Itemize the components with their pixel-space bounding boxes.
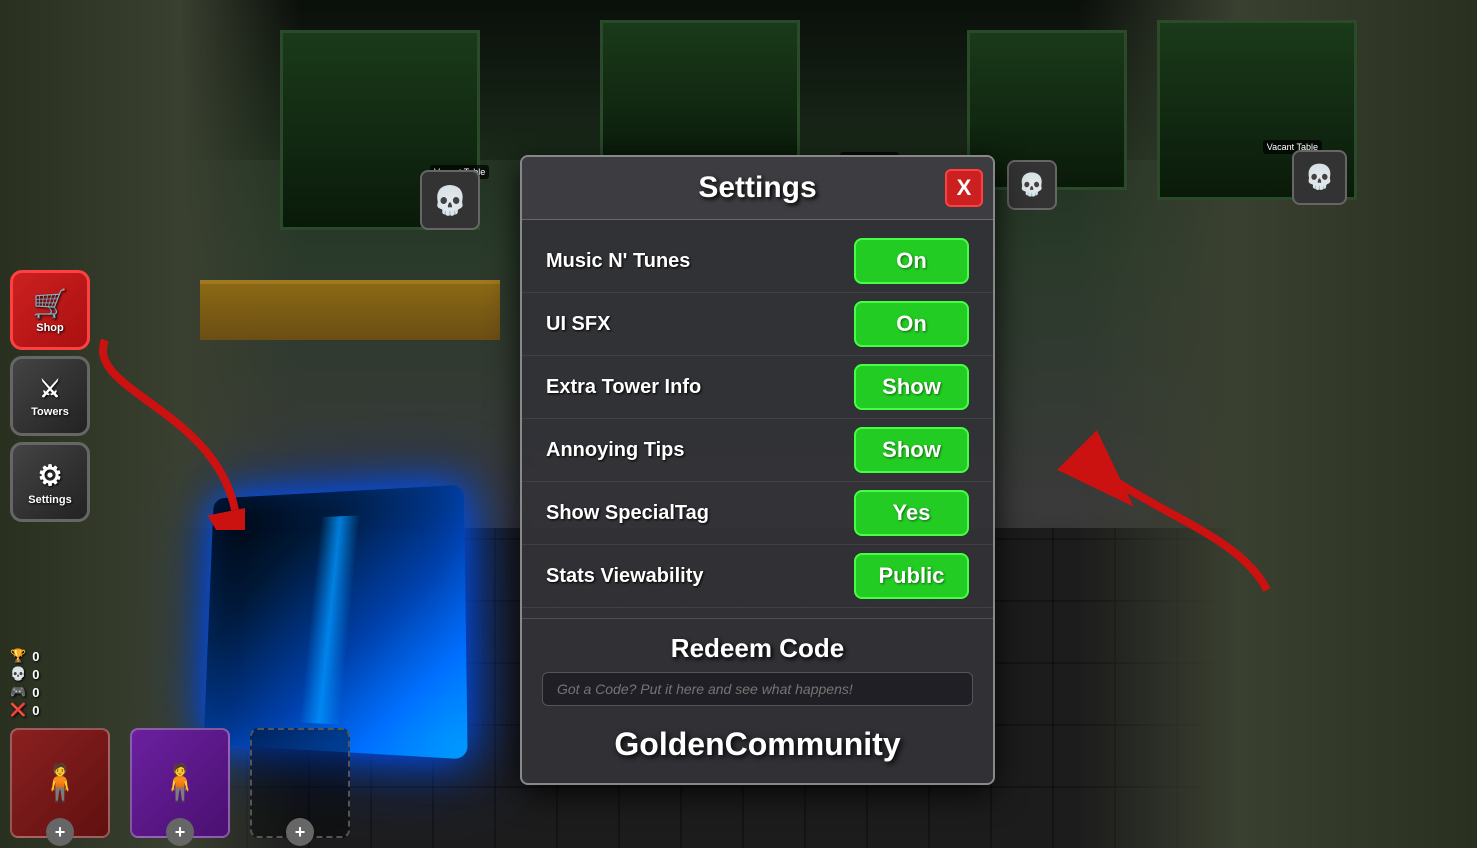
setting-row-music: Music N' Tunes On bbox=[522, 230, 993, 293]
wins-icon: 🏆 bbox=[10, 648, 26, 664]
add-char-2-btn[interactable]: + bbox=[166, 818, 194, 846]
stat-games: 🎮 0 bbox=[10, 684, 39, 700]
arrow-right bbox=[1057, 430, 1277, 610]
games-icon: 🎮 bbox=[10, 684, 26, 700]
shop-icon: 🛒 bbox=[33, 287, 68, 320]
setting-row-tower: Extra Tower Info Show bbox=[522, 356, 993, 419]
add-char-3-btn[interactable]: + bbox=[286, 818, 314, 846]
sidebar-item-towers[interactable]: ⚔ Towers bbox=[10, 356, 90, 436]
char-slot-2: 🧍 + bbox=[130, 728, 230, 838]
stats-bar: 🏆 0 💀 0 🎮 0 ❌ 0 bbox=[10, 648, 39, 718]
redeem-input[interactable] bbox=[542, 672, 973, 706]
toggle-tag[interactable]: Yes bbox=[854, 490, 969, 536]
toggle-tower[interactable]: Show bbox=[854, 364, 969, 410]
setting-label-sfx: UI SFX bbox=[546, 313, 610, 336]
towers-icon: ⚔ bbox=[39, 375, 61, 404]
right-avatar-area: 💀 bbox=[1292, 150, 1347, 205]
stat-losses: ❌ 0 bbox=[10, 702, 39, 718]
arrow-left bbox=[85, 330, 245, 530]
setting-label-viewability: Stats Viewability bbox=[546, 565, 703, 588]
games-value: 0 bbox=[32, 685, 39, 700]
player-avatar-area: 💀 bbox=[420, 170, 480, 230]
redeem-section: Redeem Code GoldenCommunity bbox=[522, 618, 993, 783]
setting-label-tag: Show SpecialTag bbox=[546, 502, 709, 525]
setting-row-tips: Annoying Tips Show bbox=[522, 419, 993, 482]
setting-label-music: Music N' Tunes bbox=[546, 250, 690, 273]
bg-window-2 bbox=[600, 20, 800, 170]
char-slot-3: + bbox=[250, 728, 350, 838]
setting-row-viewability: Stats Viewability Public bbox=[522, 545, 993, 608]
sidebar-towers-label: Towers bbox=[31, 406, 69, 418]
modal-body: Music N' Tunes On UI SFX On Extra Tower … bbox=[522, 220, 993, 618]
sidebar-item-settings[interactable]: ⚙ Settings bbox=[10, 442, 90, 522]
wood-trim bbox=[200, 280, 500, 340]
sidebar-settings-label: Settings bbox=[28, 494, 71, 506]
sidebar-item-shop[interactable]: 🛒 Shop bbox=[10, 270, 90, 350]
setting-label-tips: Annoying Tips bbox=[546, 439, 685, 462]
right-avatar2-area: 💀 bbox=[1007, 160, 1057, 210]
close-button[interactable]: X bbox=[945, 169, 983, 207]
kills-value: 0 bbox=[32, 667, 39, 682]
setting-row-tag: Show SpecialTag Yes bbox=[522, 482, 993, 545]
stat-wins: 🏆 0 bbox=[10, 648, 39, 664]
add-char-1-btn[interactable]: + bbox=[46, 818, 74, 846]
settings-modal: Settings X Music N' Tunes On UI SFX On E… bbox=[520, 155, 995, 785]
toggle-viewability[interactable]: Public bbox=[854, 553, 969, 599]
modal-title: Settings bbox=[698, 171, 816, 205]
modal-header: Settings X bbox=[522, 157, 993, 220]
player-avatar: 💀 bbox=[420, 170, 480, 230]
character-cards: 🧍 + 🧍 + + bbox=[10, 728, 350, 838]
settings-icon: ⚙ bbox=[37, 459, 62, 492]
right-avatar2: 💀 bbox=[1007, 160, 1057, 210]
losses-value: 0 bbox=[32, 703, 39, 718]
kills-icon: 💀 bbox=[10, 666, 26, 682]
toggle-tips[interactable]: Show bbox=[854, 427, 969, 473]
redeem-code-display: GoldenCommunity bbox=[542, 716, 973, 777]
stat-kills: 💀 0 bbox=[10, 666, 39, 682]
losses-icon: ❌ bbox=[10, 702, 26, 718]
setting-label-tower: Extra Tower Info bbox=[546, 376, 701, 399]
redeem-title: Redeem Code bbox=[542, 633, 973, 664]
sidebar: 🛒 Shop ⚔ Towers ⚙ Settings bbox=[10, 270, 90, 522]
sidebar-shop-label: Shop bbox=[36, 322, 64, 334]
toggle-music[interactable]: On bbox=[854, 238, 969, 284]
toggle-sfx[interactable]: On bbox=[854, 301, 969, 347]
char-slot-1: 🧍 + bbox=[10, 728, 110, 838]
wins-value: 0 bbox=[32, 649, 39, 664]
setting-row-sfx: UI SFX On bbox=[522, 293, 993, 356]
right-avatar: 💀 bbox=[1292, 150, 1347, 205]
